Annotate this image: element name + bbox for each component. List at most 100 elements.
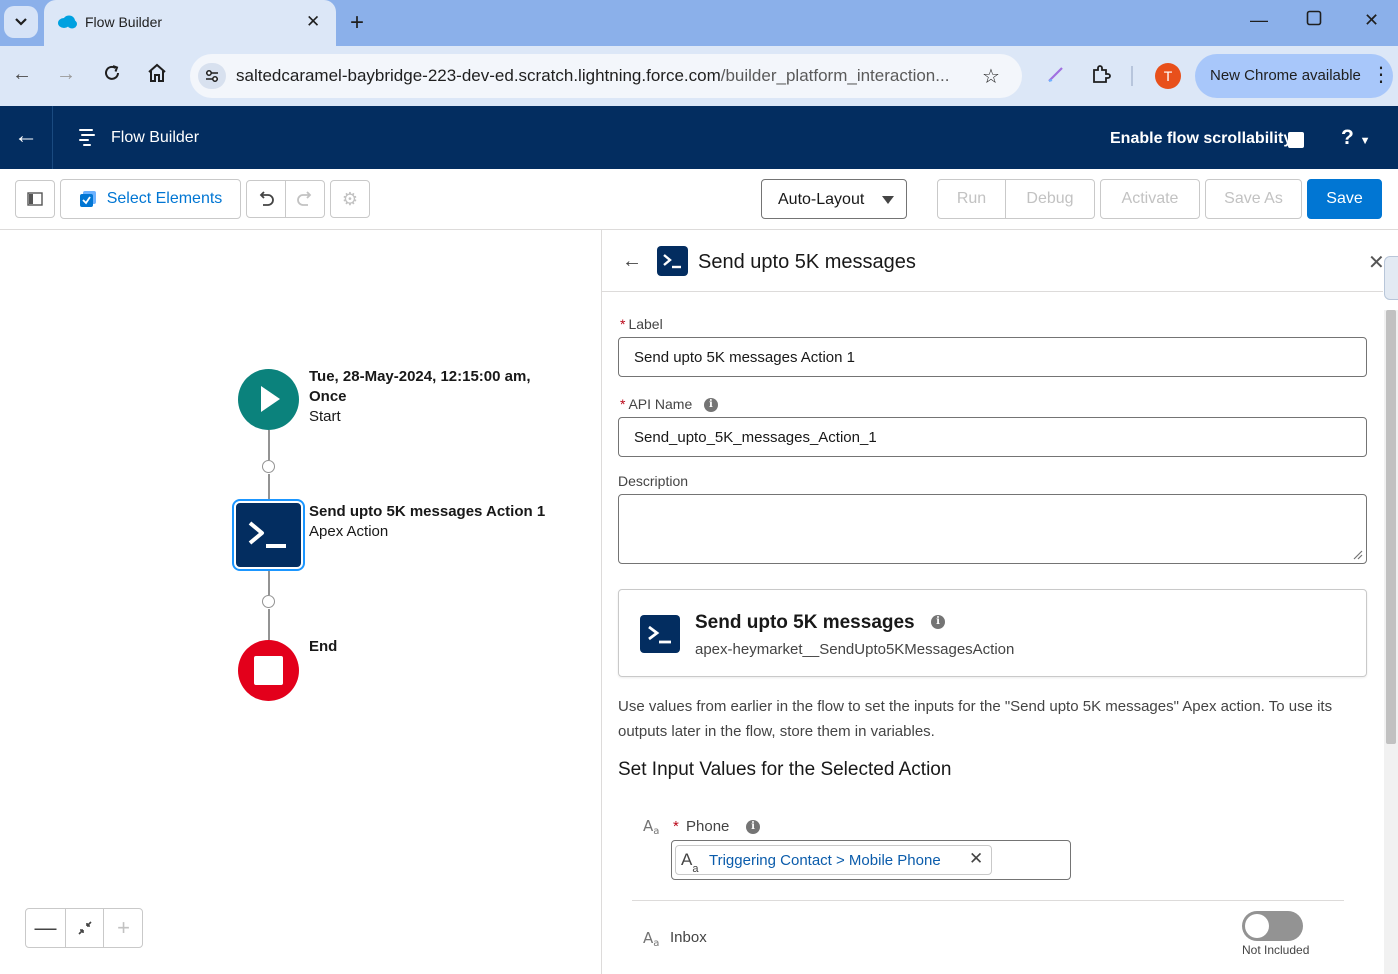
activate-button[interactable]: Activate (1100, 179, 1200, 219)
remove-pill-icon[interactable]: ✕ (969, 849, 983, 869)
label-input-value: Send upto 5K messages Action 1 (634, 349, 855, 366)
properties-panel: ← Send upto 5K messages ✕ * Label Send up… (601, 230, 1398, 974)
resize-handle-icon[interactable] (1353, 550, 1363, 560)
more-menu-icon[interactable]: ⋮ (1371, 62, 1391, 87)
profile-avatar[interactable]: T (1155, 63, 1181, 89)
zoom-controls: — + (25, 908, 143, 948)
text-type-icon: Aa (643, 929, 660, 949)
flow-canvas[interactable]: Tue, 28-May-2024, 12:15:00 am, Once Star… (0, 230, 601, 974)
forward-arrow-icon[interactable]: → (56, 63, 76, 86)
run-button[interactable]: Run (937, 179, 1006, 219)
terminal-icon (640, 615, 680, 653)
help-menu-button[interactable]: ? ▼ (1341, 126, 1371, 150)
action-name: Send upto 5K messages (695, 612, 915, 633)
close-tab-icon[interactable]: ✕ (306, 12, 320, 32)
settings-button[interactable]: ⚙ (330, 180, 370, 218)
redo-icon (297, 191, 312, 206)
save-as-button[interactable]: Save As (1205, 179, 1302, 219)
app-title: Flow Builder (111, 129, 200, 146)
api-name-input[interactable]: Send_upto_5K_messages_Action_1 (618, 417, 1367, 457)
info-icon[interactable]: i (746, 820, 761, 835)
apex-node-subtitle: Apex Action (309, 523, 389, 540)
start-node[interactable] (238, 369, 299, 430)
api-name-input-value: Send_upto_5K_messages_Action_1 (634, 429, 877, 446)
redo-button[interactable] (285, 180, 325, 218)
inbox-field-label: Inbox (670, 929, 707, 946)
debug-button[interactable]: Debug (1005, 179, 1095, 219)
connector-line (268, 609, 270, 640)
description-textarea[interactable] (618, 494, 1367, 564)
row-divider (632, 900, 1344, 901)
save-button[interactable]: Save (1307, 179, 1382, 219)
scrollability-checkbox[interactable] (1288, 132, 1304, 148)
panel-title: Send upto 5K messages (698, 251, 916, 273)
toolbar-divider (1131, 66, 1133, 86)
bookmark-star-icon[interactable]: ☆ (982, 64, 1000, 89)
select-elements-button[interactable]: Select Elements (60, 179, 241, 219)
maximize-icon[interactable] (1306, 10, 1322, 31)
start-subtitle: Start (309, 408, 341, 425)
layout-select-value: Auto-Layout (778, 191, 865, 208)
back-arrow-icon[interactable]: ← (12, 63, 32, 86)
flow-builder-header: ← Flow Builder Enable flow scrollability… (0, 106, 1398, 169)
chrome-update-button[interactable]: New Chrome available ⋮ (1195, 54, 1393, 98)
action-api-name: apex-heymarket__SendUpto5KMessagesAction (695, 641, 1015, 658)
zoom-out-button[interactable]: — (26, 909, 65, 947)
add-element-connector[interactable] (262, 595, 275, 608)
play-icon (261, 386, 280, 412)
panel-icon (27, 192, 43, 206)
zoom-in-button[interactable]: + (104, 909, 143, 947)
end-title: End (309, 638, 338, 655)
text-type-icon: Aa (643, 817, 660, 837)
description-field-label: Description (618, 473, 689, 489)
address-bar[interactable]: saltedcaramel-baybridge-223-dev-ed.scrat… (190, 54, 1022, 98)
connector-line (268, 570, 270, 595)
terminal-icon (657, 246, 688, 276)
undo-button[interactable] (246, 180, 286, 218)
new-tab-icon[interactable]: + (350, 9, 364, 37)
connector-line (268, 430, 270, 460)
toggle-knob (1245, 914, 1269, 938)
window-close-icon[interactable]: ✕ (1364, 10, 1379, 31)
pen-extension-icon[interactable] (1046, 64, 1066, 87)
scrollability-label: Enable flow scrollability (1110, 130, 1293, 147)
apex-action-node[interactable] (234, 501, 303, 569)
layout-select[interactable]: Auto-Layout (761, 179, 907, 219)
site-settings-icon[interactable] (198, 63, 226, 89)
fit-to-view-button[interactable] (65, 909, 104, 947)
connector-line (268, 474, 270, 502)
panel-header: ← Send upto 5K messages ✕ (602, 230, 1385, 292)
end-node[interactable] (238, 640, 299, 701)
apex-node-label: Send upto 5K messages Action 1 Apex Acti… (309, 502, 545, 542)
start-node-label: Tue, 28-May-2024, 12:15:00 am, Once Star… (309, 367, 531, 427)
extensions-puzzle-icon[interactable] (1090, 64, 1112, 89)
apex-node-title: Send upto 5K messages Action 1 (309, 503, 546, 520)
toggle-toolbox-button[interactable] (15, 180, 55, 218)
selected-action-card: Send upto 5K messages i apex-heymarket__… (618, 589, 1367, 677)
salesforce-cloud-icon (58, 15, 77, 29)
back-arrow-icon[interactable]: ← (622, 250, 642, 273)
scrollbar-thumb[interactable] (1386, 310, 1396, 744)
info-icon[interactable]: i (931, 615, 945, 629)
phone-value-pill[interactable]: Aa Triggering Contact > Mobile Phone ✕ (675, 845, 992, 875)
close-icon[interactable]: ✕ (1368, 250, 1385, 275)
select-elements-label: Select Elements (106, 190, 223, 207)
inbox-toggle-label: Not Included (1242, 943, 1310, 957)
phone-input[interactable]: Aa Triggering Contact > Mobile Phone ✕ (671, 840, 1071, 880)
panel-scrollbar[interactable] (1384, 310, 1398, 974)
start-title-line1: Tue, 28-May-2024, 12:15:00 am, (309, 368, 531, 385)
action-help-text: Use values from earlier in the flow to s… (618, 698, 1333, 740)
reload-icon[interactable] (102, 63, 122, 89)
tab-search-button[interactable] (4, 6, 38, 38)
info-icon[interactable]: i (703, 398, 718, 413)
browser-tab[interactable]: Flow Builder ✕ (44, 0, 336, 46)
url-text: saltedcaramel-baybridge-223-dev-ed.scrat… (236, 66, 950, 85)
label-input[interactable]: Send upto 5K messages Action 1 (618, 337, 1367, 377)
home-icon[interactable] (146, 63, 168, 89)
browser-toolbar: ← → saltedcaramel-baybridge-223-dev-ed.s… (0, 46, 1398, 106)
back-arrow-icon[interactable]: ← (14, 122, 38, 150)
inbox-include-toggle[interactable] (1242, 911, 1303, 941)
minimize-icon[interactable]: — (1250, 10, 1268, 31)
side-panel-tab[interactable] (1384, 256, 1398, 300)
add-element-connector[interactable] (262, 460, 275, 473)
